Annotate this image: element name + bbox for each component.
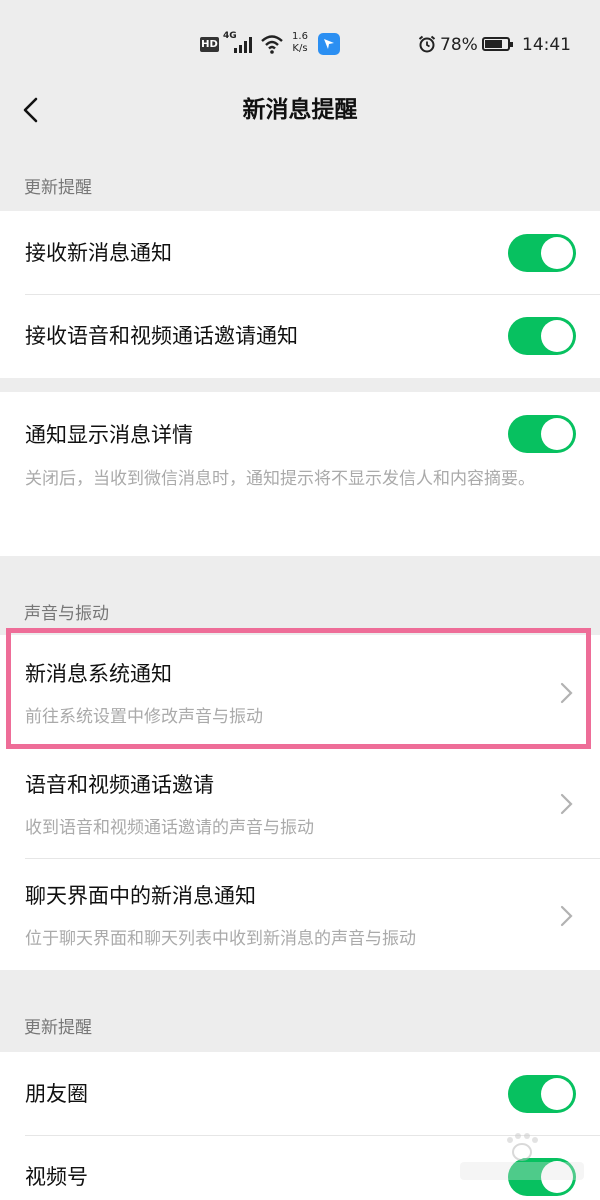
receive-call-invite-row[interactable]: 接收语音和视频通话邀请通知 <box>0 295 600 378</box>
system-notify-row[interactable]: 新消息系统通知 前往系统设置中修改声音与振动 <box>0 635 600 747</box>
moments-toggle[interactable] <box>508 1075 576 1113</box>
update-reminder-group: 接收新消息通知 接收语音和视频通话邀请通知 <box>0 211 600 378</box>
status-bar: HD 4G 1.6 K/s 78% 14:41 <box>0 0 600 80</box>
nav-bar: 新消息提醒 <box>0 80 600 140</box>
chevron-right-icon <box>560 682 573 704</box>
battery-icon <box>482 37 513 51</box>
receive-new-message-toggle[interactable] <box>508 234 576 272</box>
back-button[interactable] <box>14 90 50 130</box>
hd-icon: HD <box>200 37 219 52</box>
show-details-label: 通知显示消息详情 <box>25 423 193 447</box>
section-header-update-reminder: 更新提醒 <box>24 178 92 198</box>
speed-unit: K/s <box>292 43 308 54</box>
show-details-description: 关闭后，当收到微信消息时，通知提示将不显示发信人和内容摘要。 <box>25 469 535 489</box>
network-speed: 1.6 K/s <box>289 31 311 55</box>
show-details-row[interactable]: 通知显示消息详情 <box>0 392 600 472</box>
receive-new-message-label: 接收新消息通知 <box>25 241 172 265</box>
moments-label: 朋友圈 <box>25 1082 88 1106</box>
chevron-right-icon <box>560 905 573 927</box>
app-notification-icon <box>318 33 340 55</box>
moments-row[interactable]: 朋友圈 <box>0 1052 600 1136</box>
system-notify-label: 新消息系统通知 <box>25 662 172 686</box>
speed-value: 1.6 <box>292 31 308 42</box>
battery-percent: 78% <box>440 35 478 55</box>
receive-call-invite-toggle[interactable] <box>508 317 576 355</box>
receive-new-message-row[interactable]: 接收新消息通知 <box>0 211 600 295</box>
watermark-logo <box>460 1133 584 1180</box>
show-details-toggle[interactable] <box>508 415 576 453</box>
battery-fill <box>485 40 502 48</box>
clock: 14:41 <box>522 35 571 55</box>
page-title: 新消息提醒 <box>242 97 358 123</box>
wifi-icon <box>261 35 283 54</box>
call-invite-row[interactable]: 语音和视频通话邀请 收到语音和视频通话邀请的声音与振动 <box>0 747 600 858</box>
chevron-left-icon <box>23 97 38 123</box>
section-header-update-reminder-2: 更新提醒 <box>24 1018 92 1038</box>
chat-notify-row[interactable]: 聊天界面中的新消息通知 位于聊天界面和聊天列表中收到新消息的声音与振动 <box>0 859 600 970</box>
signal-icon <box>234 36 256 53</box>
section-header-sound-vibration: 声音与振动 <box>24 604 109 624</box>
channels-label: 视频号 <box>25 1165 88 1189</box>
chevron-right-icon <box>560 793 573 815</box>
chat-notify-label: 聊天界面中的新消息通知 <box>25 884 256 908</box>
receive-call-invite-label: 接收语音和视频通话邀请通知 <box>25 324 298 348</box>
call-invite-subtitle: 收到语音和视频通话邀请的声音与振动 <box>25 818 314 838</box>
chat-notify-subtitle: 位于聊天界面和聊天列表中收到新消息的声音与振动 <box>25 929 416 949</box>
details-group: 通知显示消息详情 关闭后，当收到微信消息时，通知提示将不显示发信人和内容摘要。 <box>0 392 600 556</box>
system-notify-subtitle: 前往系统设置中修改声音与振动 <box>25 707 263 727</box>
call-invite-label: 语音和视频通话邀请 <box>25 773 214 797</box>
alarm-icon <box>418 35 436 53</box>
sound-vibration-group: 新消息系统通知 前往系统设置中修改声音与振动 语音和视频通话邀请 收到语音和视频… <box>0 635 600 970</box>
